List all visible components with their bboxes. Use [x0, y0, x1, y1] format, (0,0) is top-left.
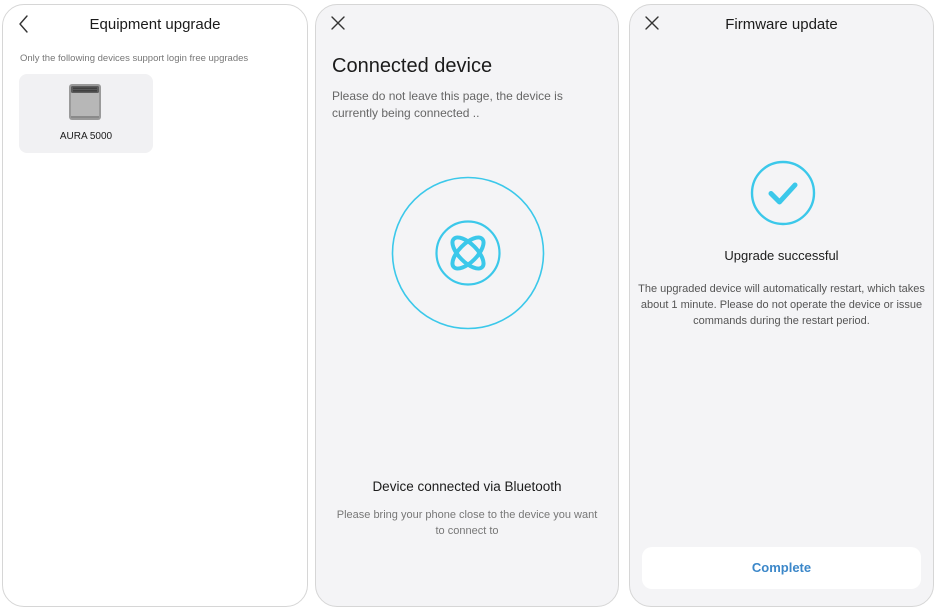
page-title: Equipment upgrade	[89, 16, 221, 33]
complete-button-label: Complete	[751, 560, 812, 575]
header: Equipment upgrade	[3, 5, 307, 41]
connection-hint: Please bring your phone close to the dev…	[336, 509, 598, 537]
upgrade-description: The upgraded device will automatically r…	[638, 283, 925, 327]
complete-button[interactable]: Complete	[642, 547, 921, 589]
bluetooth-connect-icon	[391, 176, 545, 330]
device-icon	[69, 84, 101, 120]
device-name: AURA 5000	[59, 131, 113, 142]
connect-device-screen: Connected device Please do not leave thi…	[315, 4, 619, 607]
header: Firmware update	[630, 5, 933, 41]
equipment-upgrade-screen: Equipment upgrade Only the following dev…	[2, 4, 308, 607]
connection-status: Device connected via Bluetooth	[372, 479, 562, 494]
page-title: Connected device	[332, 55, 493, 77]
page-subtitle: Please do not leave this page, the devic…	[332, 89, 563, 120]
close-icon[interactable]	[330, 15, 346, 31]
header	[316, 5, 618, 41]
upgrade-status: Upgrade successful	[724, 248, 839, 263]
page-subtitle: Only the following devices support login…	[20, 53, 249, 64]
firmware-update-screen: Firmware update Upgrade successful The u…	[629, 4, 934, 607]
page-title: Firmware update	[725, 16, 838, 33]
device-card[interactable]: AURA 5000	[19, 74, 153, 153]
checkmark-icon	[750, 160, 816, 226]
